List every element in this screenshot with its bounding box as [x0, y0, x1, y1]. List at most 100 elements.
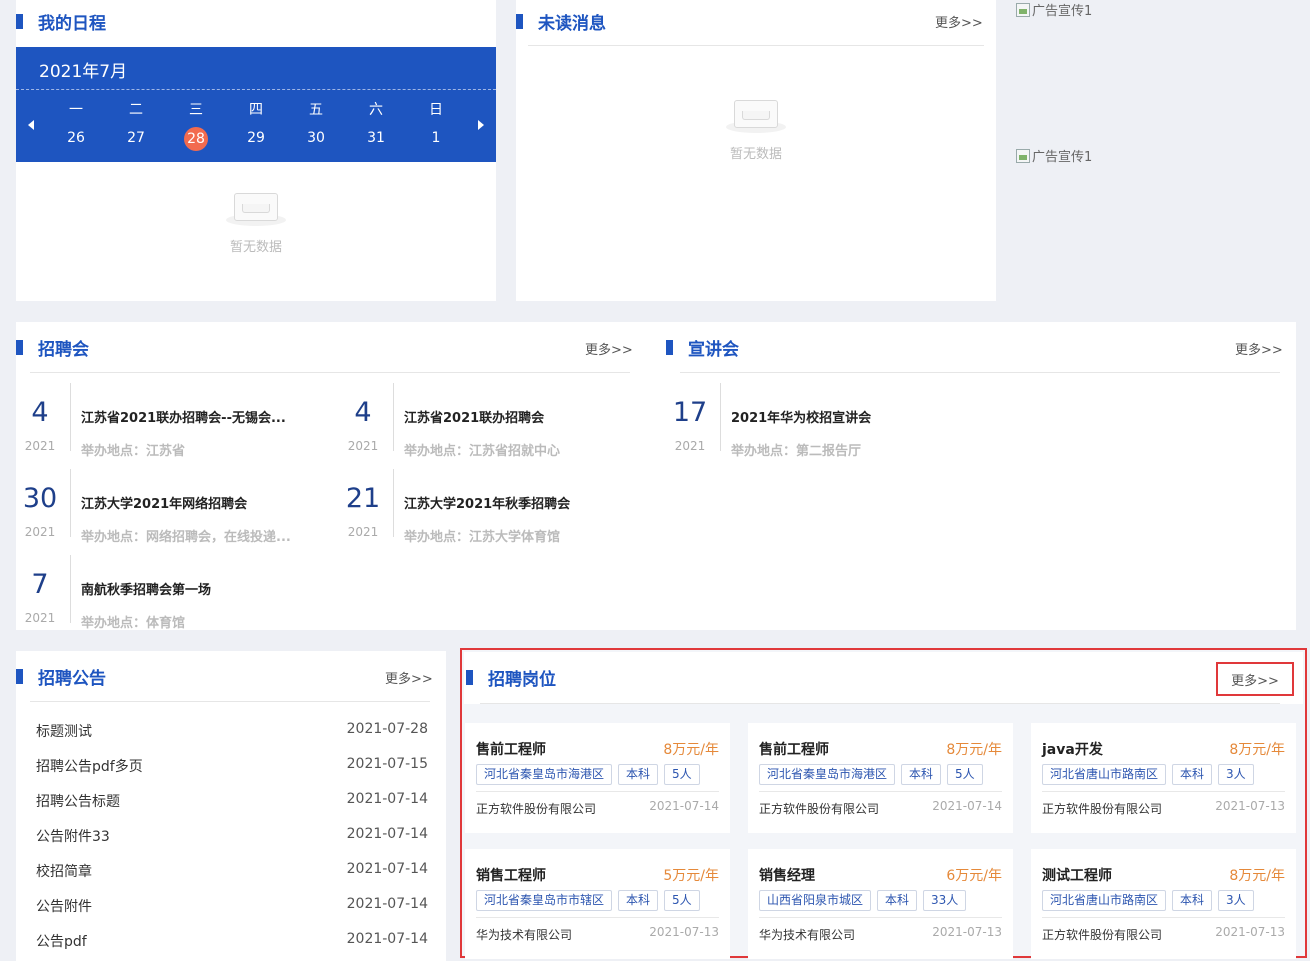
fair-name[interactable]: 江苏大学2021年网络招聘会: [81, 493, 247, 512]
announcement-title[interactable]: 校招简章: [36, 861, 92, 881]
job-card[interactable]: 售前工程师 8万元/年 河北省秦皇岛市海港区 本科 5人 正方软件股份有限公司 …: [465, 723, 730, 833]
positions-header: 招聘岗位: [466, 656, 556, 698]
fair-year: 2021: [347, 439, 379, 453]
job-title[interactable]: 测试工程师: [1042, 865, 1112, 885]
job-card[interactable]: 售前工程师 8万元/年 河北省秦皇岛市海港区 本科 5人 正方软件股份有限公司 …: [748, 723, 1013, 833]
messages-more-link[interactable]: 更多>>: [935, 12, 983, 31]
weekday-label: 二: [129, 102, 143, 118]
announcement-title[interactable]: 公告附件: [36, 896, 92, 916]
announcement-item[interactable]: 公告附件 2021-07-14: [36, 896, 428, 931]
job-fair-item[interactable]: 7 2021 南航秋季招聘会第一场 举办地点：体育馆: [16, 555, 316, 631]
divider: [528, 45, 984, 46]
job-card[interactable]: 销售工程师 5万元/年 河北省秦皇岛市市辖区 本科 5人 华为技术有限公司 20…: [465, 849, 730, 959]
job-tags: 河北省秦皇岛市市辖区 本科 5人: [476, 890, 700, 911]
calendar-day[interactable]: 26: [61, 130, 91, 146]
fair-location: 举办地点：江苏大学体育馆: [404, 530, 561, 545]
schedule-title: 我的日程: [38, 13, 106, 34]
job-fairs-more-link[interactable]: 更多>>: [585, 339, 633, 358]
job-salary: 8万元/年: [663, 742, 719, 758]
job-title[interactable]: 售前工程师: [476, 739, 546, 759]
fair-day: 30: [22, 483, 58, 514]
calendar: 2021年7月 一 二 三 四 五 六 日 26 27 28 29 30 31 …: [16, 47, 496, 162]
fair-name[interactable]: 江苏省2021联办招聘会--无锡会...: [81, 407, 286, 426]
prev-week-icon[interactable]: [28, 120, 34, 130]
seminar-item[interactable]: 17 2021 2021年华为校招宣讲会 举办地点：第二报告厅: [666, 383, 966, 459]
announcement-item[interactable]: 标题测试 2021-07-28: [36, 721, 428, 756]
job-degree-tag: 本科: [877, 890, 918, 911]
job-card[interactable]: 销售经理 6万元/年 山西省阳泉市城区 本科 33人 华为技术有限公司 2021…: [748, 849, 1013, 959]
announcements-panel: 招聘公告 更多>> 标题测试 2021-07-28 招聘公告pdf多页 2021…: [16, 651, 446, 961]
announcements-more-link[interactable]: 更多>>: [385, 668, 433, 687]
announcement-date: 2021-07-14: [346, 896, 428, 912]
fair-divider: [70, 555, 71, 623]
job-date: 2021-07-14: [932, 799, 1002, 813]
calendar-day-today[interactable]: 28: [184, 127, 208, 151]
empty-text: 暂无数据: [729, 147, 782, 162]
fair-day: 7: [31, 569, 49, 600]
announcement-item[interactable]: 公告pdf 2021-07-14: [36, 931, 428, 961]
announcement-date: 2021-07-14: [346, 791, 428, 807]
job-date: 2021-07-13: [649, 925, 719, 939]
ad-banner[interactable]: 广告宣传1: [1016, 0, 1092, 19]
schedule-empty: 暂无数据: [216, 188, 296, 255]
announcement-item[interactable]: 公告附件33 2021-07-14: [36, 826, 428, 861]
divider: [680, 372, 1280, 373]
ad-alt-text: 广告宣传1: [1032, 4, 1093, 19]
announcement-title[interactable]: 招聘公告pdf多页: [36, 756, 143, 776]
positions-panel: 招聘岗位 更多>> 售前工程师 8万元/年 河北省秦皇岛市海港区 本科 5人 正…: [460, 648, 1307, 959]
job-count-tag: 33人: [923, 890, 967, 911]
empty-inbox-icon: [726, 95, 786, 133]
job-fair-item[interactable]: 4 2021 江苏省2021联办招聘会--无锡会... 举办地点：江苏省: [16, 383, 316, 459]
job-degree-tag: 本科: [618, 890, 659, 911]
fair-day: 21: [345, 483, 381, 514]
calendar-divider: [16, 89, 496, 90]
announcement-date: 2021-07-28: [346, 721, 428, 737]
announcement-title[interactable]: 标题测试: [36, 721, 92, 741]
seminars-more-link[interactable]: 更多>>: [1235, 339, 1283, 358]
job-area-tag: 河北省秦皇岛市海港区: [759, 764, 896, 785]
job-title[interactable]: 销售工程师: [476, 865, 546, 885]
schedule-panel: 我的日程 2021年7月 一 二 三 四 五 六 日 26 27 28 29 3…: [16, 0, 496, 301]
job-fair-item[interactable]: 4 2021 江苏省2021联办招聘会 举办地点：江苏省招就中心: [339, 383, 639, 459]
messages-title: 未读消息: [538, 13, 606, 34]
announcement-title[interactable]: 招聘公告标题: [36, 791, 120, 811]
calendar-day[interactable]: 31: [361, 130, 391, 146]
fair-name[interactable]: 江苏省2021联办招聘会: [404, 407, 544, 426]
job-fair-item[interactable]: 30 2021 江苏大学2021年网络招聘会 举办地点：网络招聘会，在线投递..…: [16, 469, 316, 545]
calendar-day[interactable]: 30: [301, 130, 331, 146]
announcements-header: 招聘公告: [16, 655, 106, 697]
job-title[interactable]: java开发: [1042, 739, 1103, 759]
next-week-icon[interactable]: [478, 120, 484, 130]
calendar-month: 2021年7月: [39, 62, 128, 82]
announcement-item[interactable]: 招聘公告pdf多页 2021-07-15: [36, 756, 428, 791]
job-degree-tag: 本科: [618, 764, 659, 785]
calendar-day[interactable]: 29: [241, 130, 271, 146]
positions-more-button[interactable]: 更多>>: [1216, 662, 1294, 696]
job-salary: 5万元/年: [663, 868, 719, 884]
weekday-label: 五: [309, 102, 323, 118]
job-fair-item[interactable]: 21 2021 江苏大学2021年秋季招聘会 举办地点：江苏大学体育馆: [339, 469, 639, 545]
announcement-item[interactable]: 校招简章 2021-07-14: [36, 861, 428, 896]
job-salary: 8万元/年: [946, 742, 1002, 758]
seminar-name[interactable]: 2021年华为校招宣讲会: [731, 407, 871, 426]
calendar-day[interactable]: 1: [421, 130, 451, 146]
fair-name[interactable]: 南航秋季招聘会第一场: [81, 579, 211, 598]
positions-more-link[interactable]: 更多>>: [1231, 670, 1279, 689]
job-title[interactable]: 售前工程师: [759, 739, 829, 759]
fair-name[interactable]: 江苏大学2021年秋季招聘会: [404, 493, 570, 512]
job-title[interactable]: 销售经理: [759, 865, 815, 885]
fair-location: 举办地点：江苏省招就中心: [404, 444, 561, 459]
job-count-tag: 3人: [1218, 764, 1254, 785]
fair-year: 2021: [24, 439, 56, 453]
fair-divider: [70, 469, 71, 537]
calendar-day[interactable]: 27: [121, 130, 151, 146]
ad-banner[interactable]: 广告宣传1: [1016, 146, 1092, 165]
announcement-title[interactable]: 公告pdf: [36, 931, 87, 951]
title-marker: [16, 668, 23, 684]
seminars-title: 宣讲会: [688, 339, 739, 360]
weekday-label: 四: [249, 102, 263, 118]
job-card[interactable]: 测试工程师 8万元/年 河北省唐山市路南区 本科 3人 正方软件股份有限公司 2…: [1031, 849, 1296, 959]
announcement-title[interactable]: 公告附件33: [36, 826, 110, 846]
announcement-item[interactable]: 招聘公告标题 2021-07-14: [36, 791, 428, 826]
job-card[interactable]: java开发 8万元/年 河北省唐山市路南区 本科 3人 正方软件股份有限公司 …: [1031, 723, 1296, 833]
